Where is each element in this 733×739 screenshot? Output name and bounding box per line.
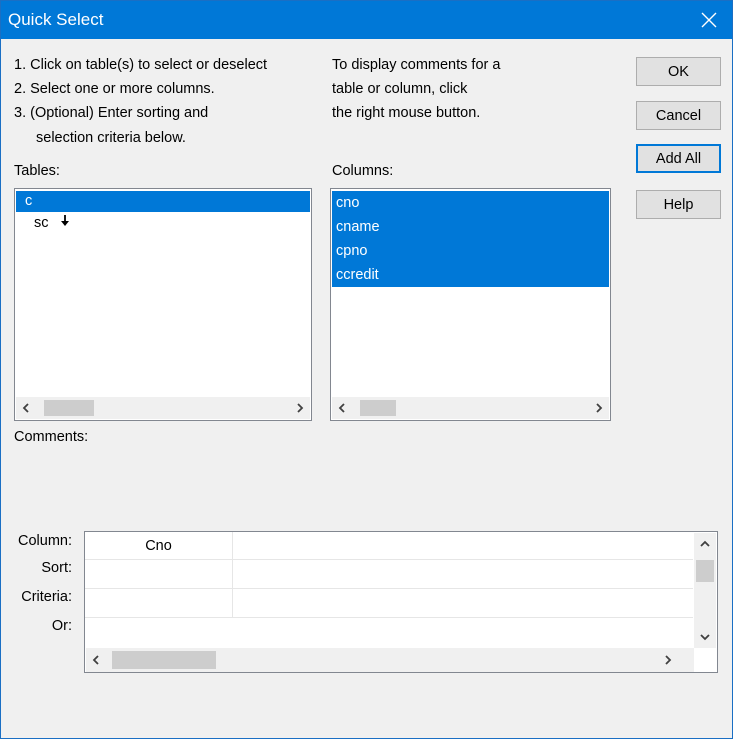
columns-listbox[interactable]: cno cname cpno ccredit — [330, 188, 611, 421]
column-item-ccredit[interactable]: ccredit — [332, 263, 609, 287]
criteria-grid: Cno — [84, 531, 718, 673]
cancel-button[interactable]: Cancel — [636, 101, 721, 130]
table-item-label: c — [25, 193, 33, 209]
columns-horizontal-scrollbar[interactable] — [332, 397, 609, 419]
instruction-step-3-continued: selection criteria below. — [36, 130, 186, 146]
title-bar: Quick Select — [1, 1, 732, 39]
scroll-thumb[interactable] — [112, 651, 216, 669]
chevron-down-icon — [700, 634, 710, 641]
grid-cell-column-1[interactable]: Cno — [85, 532, 233, 560]
chevron-left-icon — [92, 655, 99, 665]
window-title: Quick Select — [8, 10, 104, 29]
table-item-sc[interactable]: sc — [16, 212, 310, 234]
column-item-label: cpno — [336, 243, 368, 259]
chevron-left-icon — [22, 403, 29, 413]
scroll-thumb[interactable] — [696, 560, 714, 582]
quick-select-dialog: Quick Select 1. Click on table(s) to sel… — [0, 0, 733, 739]
table-item-label: sc — [34, 215, 49, 231]
column-item-cpno[interactable]: cpno — [332, 239, 609, 263]
grid-vertical-scrollbar[interactable] — [694, 533, 716, 648]
column-item-cname[interactable]: cname — [332, 215, 609, 239]
grid-label-sort: Sort: — [41, 560, 72, 576]
ok-button[interactable]: OK — [636, 57, 721, 86]
grid-cell-sort-2[interactable] — [233, 560, 693, 589]
grid-cell-value: Cno — [145, 537, 172, 554]
column-item-label: cname — [336, 219, 380, 235]
close-icon — [701, 12, 717, 28]
grid-cell-criteria-1[interactable] — [85, 589, 233, 618]
grid-label-or: Or: — [51, 618, 72, 634]
instruction-step-1: 1. Click on table(s) to select or desele… — [14, 57, 268, 73]
columns-label: Columns: — [332, 163, 394, 179]
comment-hint-line-3: the right mouse button. — [332, 105, 481, 121]
scroll-left-button[interactable] — [332, 397, 352, 419]
tables-horizontal-scrollbar[interactable] — [16, 397, 310, 419]
table-item-c[interactable]: c — [16, 191, 310, 212]
add-all-button[interactable]: Add All — [636, 144, 721, 173]
grid-cell-or[interactable] — [85, 618, 693, 647]
grid-label-criteria: Criteria: — [21, 589, 72, 605]
tables-listbox[interactable]: c sc — [14, 188, 312, 421]
scroll-down-button[interactable] — [694, 626, 716, 648]
chevron-up-icon — [700, 540, 710, 547]
column-item-cno[interactable]: cno — [332, 191, 609, 215]
comments-label: Comments: — [14, 429, 89, 445]
scroll-left-button[interactable] — [86, 648, 106, 672]
grid-cell-sort-1[interactable] — [85, 560, 233, 589]
instruction-step-2: 2. Select one or more columns. — [14, 81, 215, 97]
scroll-left-button[interactable] — [16, 397, 36, 419]
scroll-right-button[interactable] — [589, 397, 609, 419]
grid-horizontal-scrollbar[interactable] — [86, 648, 694, 672]
scroll-right-button[interactable] — [658, 648, 678, 672]
scroll-thumb[interactable] — [360, 400, 396, 416]
tables-label: Tables: — [14, 163, 60, 179]
chevron-right-icon — [665, 655, 672, 665]
column-item-label: cno — [336, 195, 360, 211]
comment-hint-line-2: table or column, click — [332, 81, 468, 97]
comment-hint-line-1: To display comments for a — [332, 57, 501, 73]
grid-cell-column-2[interactable] — [233, 532, 693, 560]
help-button[interactable]: Help — [636, 190, 721, 219]
down-arrow-icon — [61, 215, 69, 226]
scroll-up-button[interactable] — [694, 533, 716, 555]
scroll-right-button[interactable] — [290, 397, 310, 419]
chevron-right-icon — [297, 403, 304, 413]
chevron-right-icon — [596, 403, 603, 413]
grid-label-column: Column: — [18, 533, 72, 549]
column-item-label: ccredit — [336, 267, 379, 283]
grid-cell-criteria-2[interactable] — [233, 589, 693, 618]
close-button[interactable] — [686, 1, 732, 39]
instruction-step-3: 3. (Optional) Enter sorting and — [14, 105, 209, 121]
scroll-thumb[interactable] — [44, 400, 94, 416]
chevron-left-icon — [338, 403, 345, 413]
